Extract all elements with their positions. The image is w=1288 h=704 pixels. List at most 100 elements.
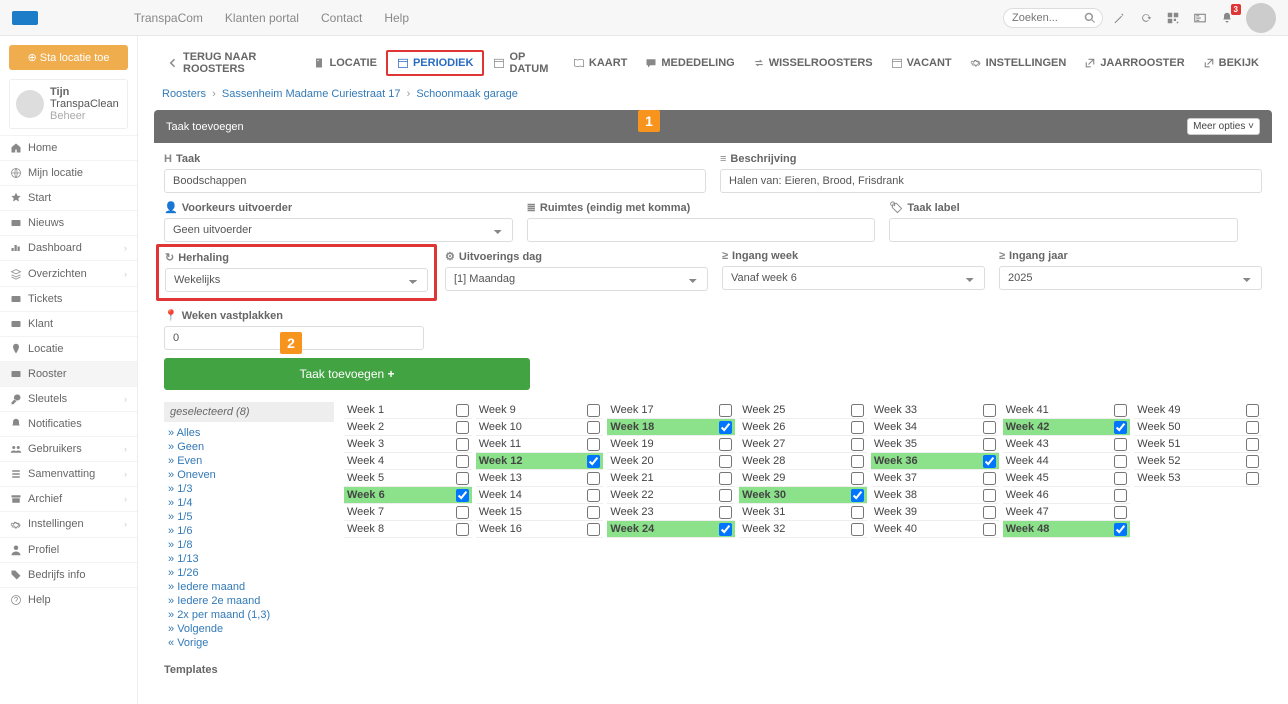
week-7-checkbox[interactable] <box>456 506 469 519</box>
refresh-icon[interactable] <box>1138 10 1154 26</box>
week-15-checkbox[interactable] <box>587 506 600 519</box>
week-24-checkbox[interactable] <box>719 523 732 536</box>
week-32-checkbox[interactable] <box>851 523 864 536</box>
top-link-0[interactable]: TranspaCom <box>134 11 203 25</box>
sel-link-7[interactable]: 1/6 <box>164 524 334 538</box>
sel-link-12[interactable]: Iedere 2e maand <box>164 594 334 608</box>
week-20-checkbox[interactable] <box>719 455 732 468</box>
week-27-checkbox[interactable] <box>851 438 864 451</box>
crumb-task[interactable]: Schoonmaak garage <box>416 88 518 100</box>
week-5-checkbox[interactable] <box>456 472 469 485</box>
tab-op-datum[interactable]: OP DATUM <box>484 46 563 80</box>
tab-periodiek[interactable]: PERIODIEK <box>386 50 485 76</box>
task-input[interactable] <box>164 169 706 193</box>
week-36-checkbox[interactable] <box>983 455 996 468</box>
week-8-checkbox[interactable] <box>456 523 469 536</box>
sidebar-item-klant[interactable]: Klant <box>0 311 137 336</box>
tab-terug-naar-roosters[interactable]: TERUG NAAR ROOSTERS <box>158 46 304 80</box>
allow-location-button[interactable]: ⊕ Sta locatie toe <box>9 45 128 70</box>
week-44-checkbox[interactable] <box>1114 455 1127 468</box>
sidebar-item-dashboard[interactable]: Dashboard› <box>0 235 137 260</box>
week-6-checkbox[interactable] <box>456 489 469 502</box>
sel-link-11[interactable]: Iedere maand <box>164 580 334 594</box>
sidebar-item-overzichten[interactable]: Overzichten› <box>0 260 137 285</box>
week-47-checkbox[interactable] <box>1114 506 1127 519</box>
sidebar-item-nieuws[interactable]: Nieuws <box>0 210 137 235</box>
tab-mededeling[interactable]: MEDEDELING <box>636 52 743 74</box>
sel-link-2[interactable]: Even <box>164 454 334 468</box>
week-28-checkbox[interactable] <box>851 455 864 468</box>
sidebar-item-archief[interactable]: Archief› <box>0 486 137 511</box>
sidebar-item-notificaties[interactable]: Notificaties <box>0 411 137 436</box>
wand-icon[interactable] <box>1111 10 1127 26</box>
sel-link-6[interactable]: 1/5 <box>164 510 334 524</box>
tab-locatie[interactable]: LOCATIE <box>304 52 385 74</box>
add-task-button[interactable]: Taak toevoegen + <box>164 358 530 390</box>
week-25-checkbox[interactable] <box>851 404 864 417</box>
week-16-checkbox[interactable] <box>587 523 600 536</box>
week-48-checkbox[interactable] <box>1114 523 1127 536</box>
sel-link-0[interactable]: Alles <box>164 426 334 440</box>
week-13-checkbox[interactable] <box>587 472 600 485</box>
week-50-checkbox[interactable] <box>1246 421 1259 434</box>
sel-link-14[interactable]: Volgende <box>164 622 334 636</box>
more-options-button[interactable]: Meer opties ˅ <box>1187 118 1260 135</box>
user-avatar[interactable] <box>1246 3 1276 33</box>
tab-bekijk[interactable]: BEKIJK <box>1194 52 1268 74</box>
tab-vacant[interactable]: VACANT <box>882 52 961 74</box>
week-21-checkbox[interactable] <box>719 472 732 485</box>
week-23-checkbox[interactable] <box>719 506 732 519</box>
qr-icon[interactable] <box>1165 10 1181 26</box>
label-input[interactable] <box>889 218 1238 242</box>
week-45-checkbox[interactable] <box>1114 472 1127 485</box>
week-12-checkbox[interactable] <box>587 455 600 468</box>
week-1-checkbox[interactable] <box>456 404 469 417</box>
week-33-checkbox[interactable] <box>983 404 996 417</box>
week-46-checkbox[interactable] <box>1114 489 1127 502</box>
week-40-checkbox[interactable] <box>983 523 996 536</box>
week-38-checkbox[interactable] <box>983 489 996 502</box>
crumb-location[interactable]: Sassenheim Madame Curiestraat 17 <box>222 88 401 100</box>
sidebar-item-tickets[interactable]: Tickets <box>0 286 137 311</box>
sidebar-item-profiel[interactable]: Profiel <box>0 537 137 562</box>
week-41-checkbox[interactable] <box>1114 404 1127 417</box>
week-53-checkbox[interactable] <box>1246 472 1259 485</box>
week-52-checkbox[interactable] <box>1246 455 1259 468</box>
notifications-icon[interactable]: 3 <box>1219 10 1235 26</box>
week-4-checkbox[interactable] <box>456 455 469 468</box>
sidebar-item-help[interactable]: Help <box>0 587 137 612</box>
sidebar-item-locatie[interactable]: Locatie <box>0 336 137 361</box>
week-11-checkbox[interactable] <box>587 438 600 451</box>
week-43-checkbox[interactable] <box>1114 438 1127 451</box>
sel-link-4[interactable]: 1/3 <box>164 482 334 496</box>
week-29-checkbox[interactable] <box>851 472 864 485</box>
tab-wisselroosters[interactable]: WISSELROOSTERS <box>744 52 882 74</box>
week-34-checkbox[interactable] <box>983 421 996 434</box>
top-link-2[interactable]: Contact <box>321 11 362 25</box>
sel-link-3[interactable]: Oneven <box>164 468 334 482</box>
rooms-input[interactable] <box>527 218 876 242</box>
top-link-1[interactable]: Klanten portal <box>225 11 299 25</box>
crumb-roosters[interactable]: Roosters <box>162 88 206 100</box>
sel-link-10[interactable]: 1/26 <box>164 566 334 580</box>
start-week-select[interactable]: Vanaf week 6 <box>722 266 985 290</box>
sidebar-item-gebruikers[interactable]: Gebruikers› <box>0 436 137 461</box>
week-9-checkbox[interactable] <box>587 404 600 417</box>
tab-jaarrooster[interactable]: JAARROOSTER <box>1075 52 1193 74</box>
sel-link-5[interactable]: 1/4 <box>164 496 334 510</box>
tab-kaart[interactable]: KAART <box>564 52 637 74</box>
user-box[interactable]: Tijn TranspaClean Beheer <box>9 79 128 129</box>
sidebar-item-start[interactable]: Start <box>0 185 137 210</box>
week-14-checkbox[interactable] <box>587 489 600 502</box>
week-39-checkbox[interactable] <box>983 506 996 519</box>
week-22-checkbox[interactable] <box>719 489 732 502</box>
sel-link-8[interactable]: 1/8 <box>164 538 334 552</box>
sel-link-1[interactable]: Geen <box>164 440 334 454</box>
sidebar-item-rooster[interactable]: Rooster <box>0 361 137 386</box>
week-18-checkbox[interactable] <box>719 421 732 434</box>
sidebar-item-sleutels[interactable]: Sleutels› <box>0 386 137 411</box>
sidebar-item-samenvatting[interactable]: Samenvatting› <box>0 461 137 486</box>
repeat-select[interactable]: Wekelijks <box>165 268 428 292</box>
sidebar-item-mijn-locatie[interactable]: Mijn locatie <box>0 160 137 185</box>
week-19-checkbox[interactable] <box>719 438 732 451</box>
